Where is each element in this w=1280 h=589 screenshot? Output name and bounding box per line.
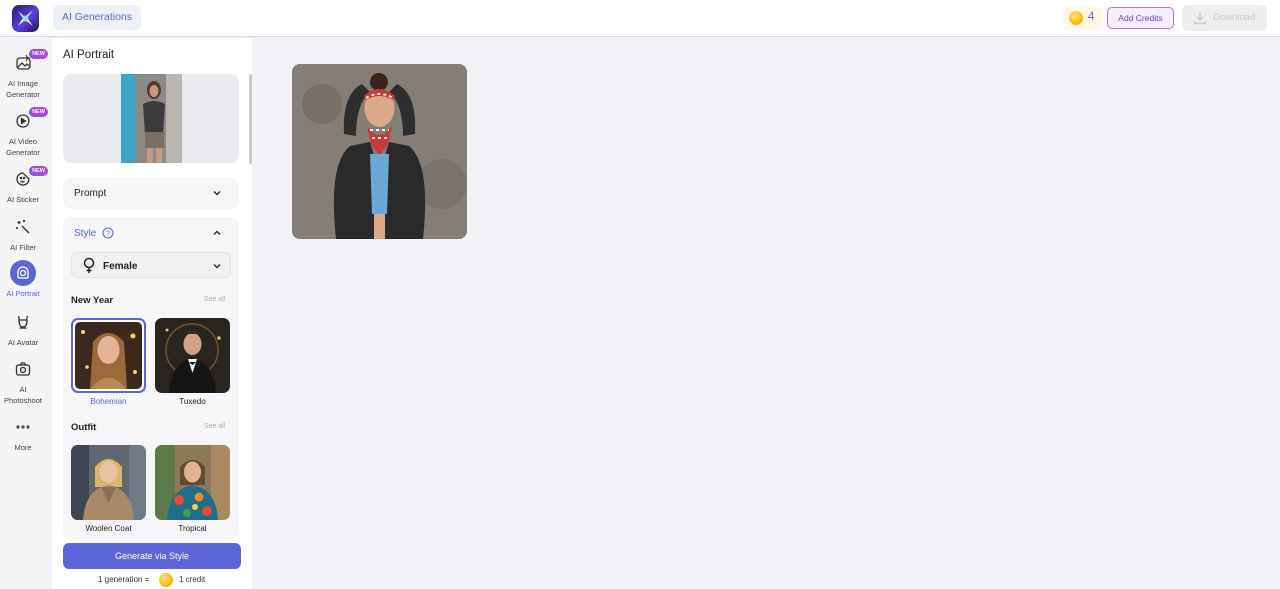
prompt-section[interactable]: Prompt (63, 178, 239, 209)
nav-item-ai-portrait[interactable]: AI Portrait (0, 260, 46, 299)
chevron-down-icon (213, 263, 221, 269)
portrait-icon (17, 266, 29, 279)
chevron-down-icon (213, 190, 221, 196)
style-tile-tropical[interactable] (155, 445, 230, 520)
nav-label: AI Image Generator (6, 79, 40, 99)
download-button[interactable]: Download (1182, 5, 1267, 31)
coin-icon (1069, 11, 1083, 25)
panel-title: AI Portrait (63, 49, 115, 61)
download-icon (1193, 12, 1207, 25)
add-credits-button[interactable]: Add Credits (1107, 7, 1174, 29)
panel-scrollbar[interactable] (249, 74, 252, 164)
nav-item-ai-sticker[interactable]: NEW AI Sticker (0, 166, 48, 205)
nav-label: AI Sticker (6, 195, 40, 204)
left-nav: NEW AI Image Generator NEW AI Video Gene… (0, 38, 48, 589)
svg-text:?: ? (106, 231, 110, 238)
chevron-up-icon[interactable] (212, 228, 222, 238)
nav-item-ai-photoshoot[interactable]: AI Photoshoot (0, 356, 46, 406)
nav-label: AI Filter (10, 243, 36, 252)
tuxedo-thumbnail (155, 318, 230, 393)
new-badge: NEW (29, 166, 48, 176)
nav-item-more[interactable]: More (0, 414, 46, 453)
avatar-icon (17, 315, 29, 329)
new-badge: NEW (29, 107, 48, 117)
section-title-outfit: Outfit (71, 422, 97, 433)
uploaded-photo (121, 74, 182, 163)
credit-count: 4 (1088, 11, 1095, 23)
gender-select[interactable]: Female (71, 252, 231, 278)
nav-item-ai-image-generator[interactable]: NEW AI Image Generator (0, 49, 48, 100)
download-label: Download (1213, 12, 1256, 23)
nav-label: AI Avatar (7, 338, 39, 347)
coin-icon (159, 573, 173, 587)
prompt-label: Prompt (74, 188, 107, 199)
generated-portrait-image[interactable] (292, 64, 467, 239)
style-label: Style (74, 228, 97, 239)
app-logo[interactable] (12, 5, 39, 32)
generate-via-style-button[interactable]: Generate via Style (63, 543, 241, 569)
style-tile-bohemian[interactable] (71, 318, 146, 393)
gender-value: Female (103, 261, 138, 272)
nav-label: More (14, 443, 32, 452)
uploaded-photo-preview[interactable] (63, 74, 239, 163)
section-title-new-year: New Year (71, 295, 114, 306)
tropical-thumbnail (155, 445, 230, 520)
nav-item-ai-video-generator[interactable]: NEW AI Video Generator (0, 107, 48, 158)
new-badge: NEW (29, 49, 48, 59)
camera-icon (15, 362, 31, 376)
style-label-bohemian: Bohemian (90, 397, 127, 406)
nav-label: AI Video Generator (6, 137, 40, 157)
woolen-coat-thumbnail (71, 445, 146, 520)
style-label-woolen-coat: Woolen Coat (85, 524, 132, 533)
tab-ai-generations[interactable]: AI Generations (53, 5, 141, 30)
nav-label: AI Portrait (6, 289, 40, 298)
female-icon (83, 257, 95, 273)
magic-wand-icon (16, 220, 30, 234)
see-all-link[interactable]: See all (204, 423, 225, 430)
bohemian-thumbnail (75, 322, 142, 389)
more-dots-icon (16, 425, 30, 429)
credit-cost-note: 1 credit (179, 575, 206, 584)
top-header: AI Generations 4 Add Credits Download (0, 0, 1280, 37)
generation-cost-note: 1 generation = (98, 575, 150, 584)
nav-item-ai-avatar[interactable]: AI Avatar (0, 309, 46, 348)
nav-item-ai-filter[interactable]: AI Filter (0, 214, 46, 253)
style-tile-tuxedo[interactable] (155, 318, 230, 393)
style-label-tropical: Tropical (178, 524, 207, 533)
style-label-tuxedo: Tuxedo (179, 397, 206, 406)
see-all-link[interactable]: See all (204, 296, 225, 303)
help-icon[interactable]: ? (102, 227, 114, 239)
style-tile-woolen-coat[interactable] (71, 445, 146, 520)
settings-panel: AI Portrait Prompt Style ? Female New Ye… (52, 38, 252, 589)
nav-label: AI Photoshoot (4, 385, 42, 405)
